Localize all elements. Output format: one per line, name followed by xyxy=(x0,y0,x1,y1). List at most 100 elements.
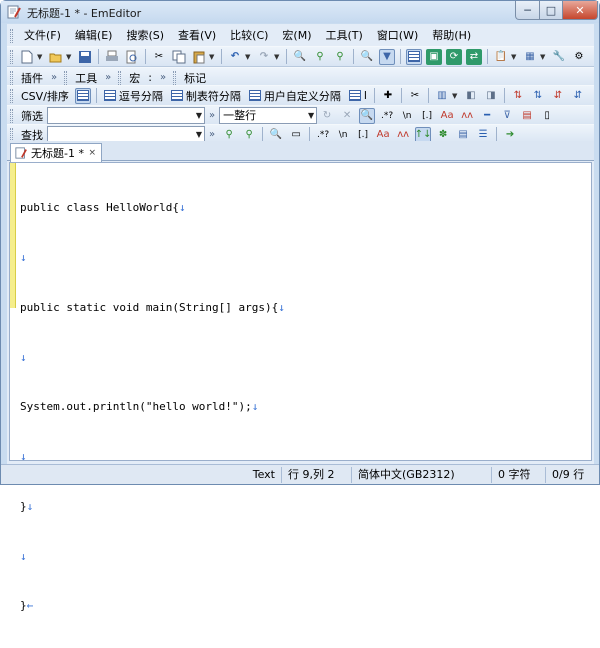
regex-icon[interactable]: .*? xyxy=(379,108,395,124)
view-output-icon[interactable]: ⇄ xyxy=(466,48,482,65)
new-dropdown-icon[interactable]: ▼ xyxy=(37,53,44,61)
view-sync-icon[interactable]: ⟳ xyxy=(446,48,462,65)
print-icon[interactable] xyxy=(104,49,120,65)
sort-length-icon[interactable]: ⇵ xyxy=(570,88,586,104)
column-right-icon[interactable]: ◨ xyxy=(483,88,499,104)
column-tools-icon[interactable]: ✂ xyxy=(407,88,423,104)
view-toolbar-icon[interactable] xyxy=(406,48,422,65)
menu-search[interactable]: 搜索(S) xyxy=(119,26,171,45)
overflow-chevron-icon[interactable]: » xyxy=(105,72,111,83)
menu-edit[interactable]: 编辑(E) xyxy=(68,26,120,45)
filter-mode-select[interactable]: 一整行 ▼ xyxy=(219,107,318,124)
paste-dropdown-icon[interactable]: ▼ xyxy=(209,53,216,61)
find-icon[interactable]: 🔍 xyxy=(292,49,308,65)
menu-help[interactable]: 帮助(H) xyxy=(425,26,478,45)
open-dropdown-icon[interactable]: ▼ xyxy=(66,53,73,61)
minimize-button[interactable]: ─ xyxy=(515,1,540,20)
toolbar-grip[interactable] xyxy=(10,70,13,85)
filter-mode-dropdown-icon[interactable]: ▼ xyxy=(308,108,314,123)
new-file-icon[interactable] xyxy=(19,49,35,65)
menu-compare[interactable]: 比较(C) xyxy=(223,26,275,45)
window-split-icon[interactable]: ▦ xyxy=(522,49,538,65)
column-left-icon[interactable]: ◧ xyxy=(463,88,479,104)
menu-window[interactable]: 窗口(W) xyxy=(370,26,425,45)
overflow-chevron-icon[interactable]: » xyxy=(209,110,215,121)
fuzzy-match-icon[interactable]: ʌʌ xyxy=(459,108,475,124)
overflow-chevron-icon[interactable]: » xyxy=(209,129,215,140)
escape-sequence-icon[interactable]: \n xyxy=(399,108,415,124)
split-dropdown-icon[interactable]: ▼ xyxy=(540,53,547,61)
toolbar-grip[interactable] xyxy=(173,70,177,85)
filter-toggle-icon[interactable]: ▼ xyxy=(379,48,395,65)
menu-grip[interactable] xyxy=(10,28,13,43)
filter-page-icon[interactable]: ▯ xyxy=(539,108,555,124)
menu-macro[interactable]: 宏(M) xyxy=(275,26,318,45)
maximize-button[interactable]: □ xyxy=(539,1,563,20)
marker-label[interactable]: 标记 xyxy=(184,70,206,86)
filter-advanced-icon[interactable]: 🔍 xyxy=(359,107,376,124)
sort-numeric-icon[interactable]: ⇵ xyxy=(550,88,566,104)
save-icon[interactable] xyxy=(77,49,93,65)
cut-icon[interactable]: ✂ xyxy=(151,49,167,65)
redo-icon[interactable]: ↷ xyxy=(256,49,272,65)
editor-content[interactable]: public class HelloWorld{↓ ↓ public stati… xyxy=(20,167,285,648)
toolbar-grip[interactable] xyxy=(64,70,68,85)
replace-icon[interactable]: ⚲ xyxy=(332,49,348,65)
toolbar-grip[interactable] xyxy=(10,88,13,103)
tab-close-icon[interactable]: × xyxy=(88,148,96,158)
menu-view[interactable]: 查看(V) xyxy=(171,26,223,45)
print-preview-icon[interactable] xyxy=(124,49,140,65)
toolbar-grip[interactable] xyxy=(10,49,13,64)
toolbar-grip[interactable] xyxy=(118,70,122,85)
sort-ascending-icon[interactable]: ⇅ xyxy=(510,88,526,104)
plugins-label[interactable]: 插件 xyxy=(21,70,43,86)
filter-input[interactable]: ▼ xyxy=(47,107,205,124)
paste-icon[interactable] xyxy=(191,49,207,65)
menu-file[interactable]: 文件(F) xyxy=(17,26,68,45)
negative-filter-icon[interactable]: ━ xyxy=(479,108,495,124)
filter-lines-icon[interactable]: ⊽ xyxy=(499,108,515,124)
toolbar-grip[interactable] xyxy=(10,127,13,142)
status-encoding[interactable]: 简体中文(GB2312) xyxy=(351,466,491,483)
redo-dropdown-icon[interactable]: ▼ xyxy=(274,53,281,61)
filter-refresh-icon[interactable]: ↻ xyxy=(319,108,335,124)
csv-options-icon[interactable]: ✚ xyxy=(380,88,396,104)
undo-dropdown-icon[interactable]: ▼ xyxy=(245,53,252,61)
properties-icon[interactable]: ⚙ xyxy=(571,49,587,65)
text-editor[interactable]: public class HelloWorld{↓ ↓ public stati… xyxy=(9,162,592,612)
column-select-icon[interactable]: ▥ xyxy=(434,88,450,104)
find-next-icon[interactable]: ⚲ xyxy=(312,49,328,65)
sort-descending-icon[interactable]: ⇅ xyxy=(530,88,546,104)
copy-icon[interactable] xyxy=(171,49,187,65)
comma-separated-button[interactable]: 逗号分隔 xyxy=(103,88,163,104)
toolbar-grip[interactable] xyxy=(10,108,13,123)
normal-mode-icon[interactable] xyxy=(74,87,91,104)
view-outline-icon[interactable]: ▣ xyxy=(426,48,442,65)
macro-label[interactable]: 宏 xyxy=(129,70,140,86)
clipboard-icon[interactable]: 📋 xyxy=(493,49,509,65)
close-button[interactable]: ✕ xyxy=(562,1,598,20)
find-dropdown-icon[interactable]: ▼ xyxy=(196,127,202,142)
filter-dropdown-icon[interactable]: ▼ xyxy=(196,108,202,123)
column-dropdown-icon[interactable]: ▼ xyxy=(452,92,459,100)
customize-icon[interactable]: 🔧 xyxy=(551,49,567,65)
title-bar[interactable]: 无标题-1 * - EmEditor ─ □ ✕ xyxy=(1,1,599,23)
match-case-icon[interactable]: Aa xyxy=(439,108,455,124)
clipboard-dropdown-icon[interactable]: ▼ xyxy=(511,53,518,61)
tab-separated-button[interactable]: 制表符分隔 xyxy=(170,88,241,104)
filter-clear-icon[interactable]: ✕ xyxy=(339,108,355,124)
user-separated-button[interactable]: 用户自定义分隔 xyxy=(248,88,341,104)
find-in-files-icon[interactable]: 🔍 xyxy=(359,49,375,65)
undo-icon[interactable]: ↶ xyxy=(227,49,243,65)
status-mode[interactable]: Text xyxy=(247,467,281,483)
bookmark-filter-icon[interactable]: ▤ xyxy=(519,108,535,124)
tools-label[interactable]: 工具 xyxy=(75,70,97,86)
open-folder-icon[interactable] xyxy=(48,49,64,65)
tab-untitled-1[interactable]: 无标题-1 * × xyxy=(10,143,102,162)
pipe-separated-button[interactable]: l xyxy=(348,89,367,102)
overflow-chevron-icon[interactable]: » xyxy=(51,72,57,83)
menu-tools[interactable]: 工具(T) xyxy=(319,26,370,45)
whole-word-icon[interactable]: [.] xyxy=(419,108,435,124)
overflow-chevron-icon[interactable]: » xyxy=(160,72,166,83)
status-cursor-position[interactable]: 行 9,列 2 xyxy=(281,466,351,483)
